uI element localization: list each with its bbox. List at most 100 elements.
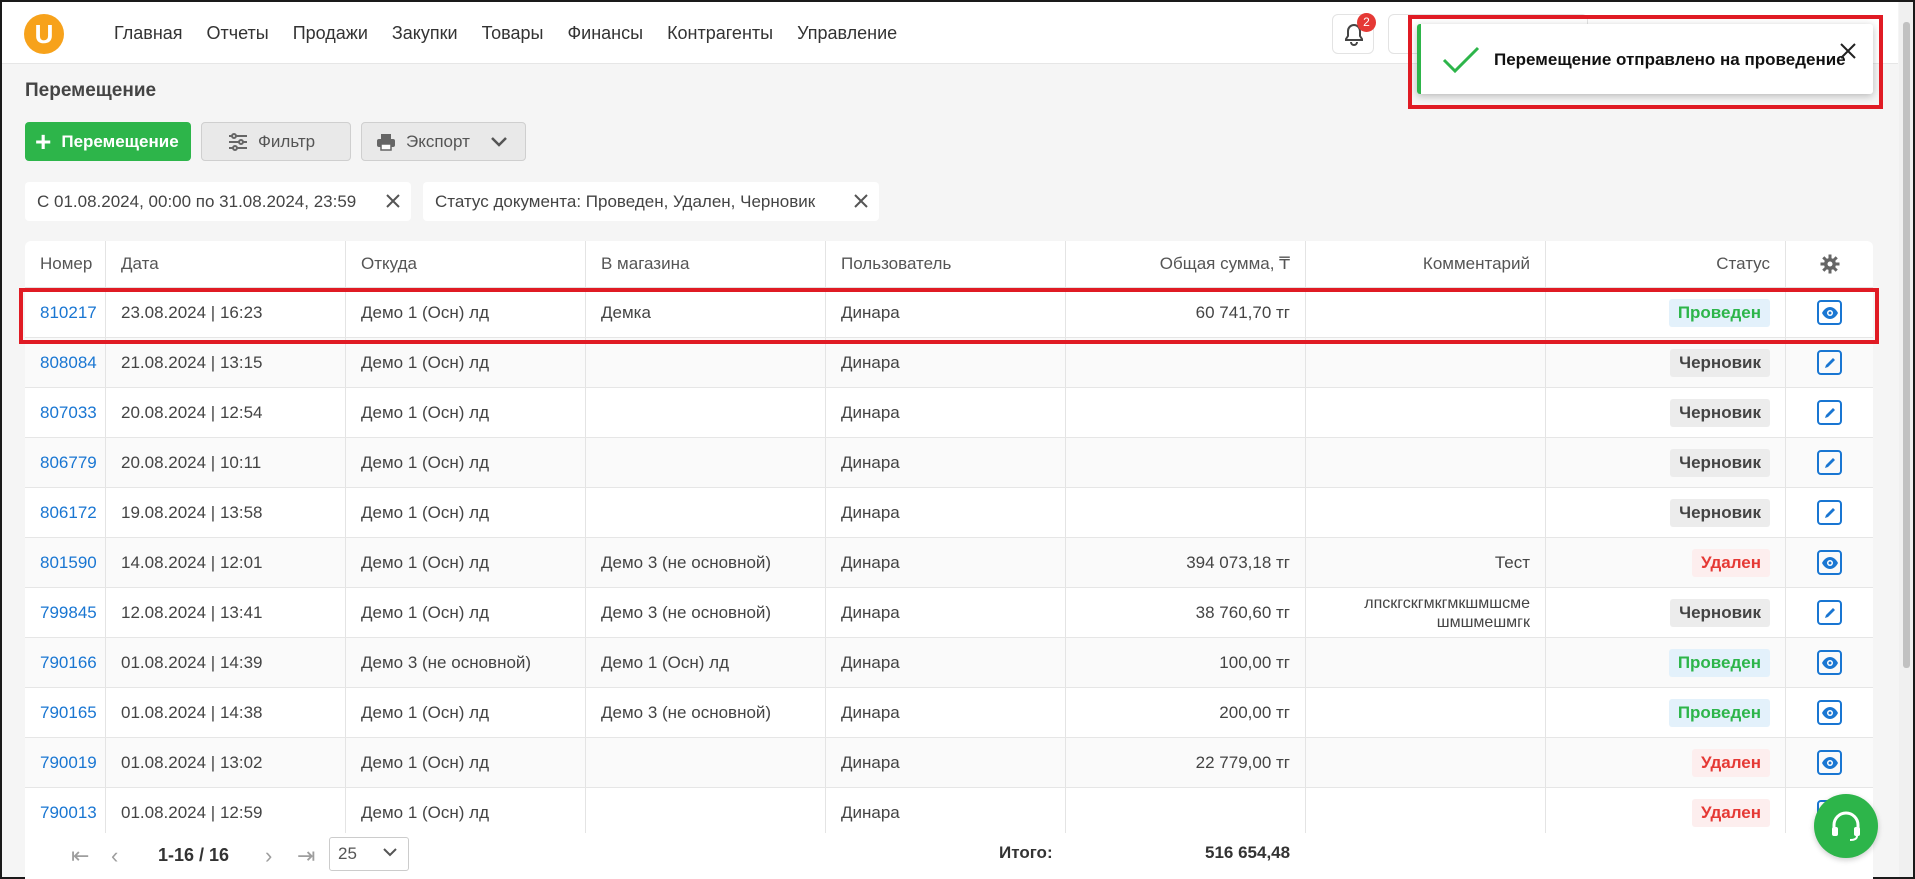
cell-action: [1786, 388, 1873, 437]
cell-comment: [1306, 788, 1546, 837]
table-row[interactable]: 806779 20.08.2024 | 10:11 Демо 1 (Осн) лд Д…: [25, 438, 1873, 488]
filter-chip-status-label: Статус документа: Проведен, Удален, Черн…: [435, 191, 816, 211]
table-row[interactable]: 810217 23.08.2024 | 16:23 Демо 1 (Осн) лд Д…: [25, 288, 1873, 338]
document-number-link[interactable]: 807033: [40, 403, 97, 423]
nav-item-finance[interactable]: Финансы: [555, 23, 655, 44]
pencil-icon: [1824, 507, 1835, 518]
page-title: Перемещение: [25, 80, 157, 101]
table-row[interactable]: 801590 14.08.2024 | 12:01 Демо 1 (Осн) лд Д…: [25, 538, 1873, 588]
document-number-link[interactable]: 806779: [40, 453, 97, 473]
col-header-to[interactable]: В магазина: [586, 241, 826, 287]
col-header-date[interactable]: Дата: [106, 241, 346, 287]
close-icon[interactable]: [1839, 42, 1857, 60]
edit-button[interactable]: [1817, 500, 1842, 525]
next-page-icon[interactable]: ›: [265, 843, 272, 869]
view-button[interactable]: [1817, 750, 1842, 775]
first-page-icon[interactable]: ⇤: [71, 843, 89, 869]
filter-button[interactable]: Фильтр: [201, 122, 351, 161]
filter-label: Фильтр: [258, 131, 316, 151]
app-logo[interactable]: U: [24, 14, 64, 54]
close-icon[interactable]: [385, 193, 401, 209]
sliders-icon: [229, 132, 247, 151]
notifications-button[interactable]: 2: [1332, 13, 1376, 54]
cell-number[interactable]: 810217: [25, 288, 106, 337]
date-text: 19.08.2024 | 13:58: [121, 502, 263, 522]
edit-button[interactable]: [1817, 600, 1842, 625]
table-row[interactable]: 790165 01.08.2024 | 14:38 Демо 1 (Осн) лд Д…: [25, 688, 1873, 738]
status-badge: Удален: [1691, 798, 1770, 827]
nav-item-home[interactable]: Главная: [102, 23, 195, 44]
cell-number[interactable]: 790166: [25, 638, 106, 687]
date-text: 12.08.2024 | 13:41: [121, 602, 263, 622]
filter-chip-date: С 01.08.2024, 00:00 по 31.08.2024, 23:59: [25, 182, 411, 221]
nav-item-contractors[interactable]: Контрагенты: [655, 23, 785, 44]
cell-date: 01.08.2024 | 12:59: [106, 788, 346, 837]
support-chat-button[interactable]: [1814, 794, 1878, 858]
document-number-link[interactable]: 810217: [40, 303, 97, 323]
comment-text: лпскгскгмкгмкшмшсме шмшмешмгк: [1364, 594, 1530, 631]
document-number-link[interactable]: 808084: [40, 353, 97, 373]
cell-user: Динара: [826, 738, 1066, 787]
cell-number[interactable]: 806779: [25, 438, 106, 487]
table-row[interactable]: 790166 01.08.2024 | 14:39 Демо 3 (не основ…: [25, 638, 1873, 688]
cell-status: Удален: [1546, 538, 1786, 587]
col-header-status[interactable]: Статус: [1546, 241, 1786, 287]
table-row[interactable]: 807033 20.08.2024 | 12:54 Демо 1 (Осн) лд Д…: [25, 388, 1873, 438]
view-button[interactable]: [1817, 650, 1842, 675]
col-header-number[interactable]: Номер: [25, 241, 106, 287]
table-row[interactable]: 806172 19.08.2024 | 13:58 Демо 1 (Осн) лд Д…: [25, 488, 1873, 538]
nav-item-reports[interactable]: Отчеты: [195, 23, 281, 44]
view-button[interactable]: [1817, 550, 1842, 575]
export-button[interactable]: Экспорт: [361, 122, 526, 161]
nav-item-purchases[interactable]: Закупки: [380, 23, 470, 44]
document-number-link[interactable]: 799845: [40, 603, 97, 623]
document-number-link[interactable]: 790166: [40, 653, 97, 673]
nav-item-products[interactable]: Товары: [470, 23, 556, 44]
date-text: 14.08.2024 | 12:01: [121, 552, 263, 572]
prev-page-icon[interactable]: ‹: [111, 843, 118, 869]
cell-number[interactable]: 790013: [25, 788, 106, 837]
table-row[interactable]: 808084 21.08.2024 | 13:15 Демо 1 (Осн) лд Д…: [25, 338, 1873, 388]
document-number-link[interactable]: 806172: [40, 503, 97, 523]
cell-to: [586, 788, 826, 837]
cell-number[interactable]: 801590: [25, 538, 106, 587]
add-transfer-button[interactable]: + Перемещение: [25, 122, 191, 161]
cell-number[interactable]: 806172: [25, 488, 106, 537]
sum-text: 22 779,00 тг: [1195, 752, 1290, 772]
table-row[interactable]: 790019 01.08.2024 | 13:02 Демо 1 (Осн) лд Д…: [25, 738, 1873, 788]
page-size-select[interactable]: 25: [329, 837, 409, 871]
nav-item-management[interactable]: Управление: [785, 23, 909, 44]
document-number-link[interactable]: 790013: [40, 803, 97, 823]
user-text: Динара: [841, 602, 900, 622]
toast-message: Перемещение отправлено на проведение: [1494, 50, 1846, 69]
document-number-link[interactable]: 801590: [40, 553, 97, 573]
col-header-sum[interactable]: Общая сумма, ₸: [1066, 241, 1306, 287]
scrollbar-thumb[interactable]: [1903, 22, 1910, 668]
cell-number[interactable]: 790165: [25, 688, 106, 737]
edit-button[interactable]: [1817, 400, 1842, 425]
last-page-icon[interactable]: ⇥: [297, 843, 315, 869]
cell-number[interactable]: 790019: [25, 738, 106, 787]
cell-number[interactable]: 799845: [25, 588, 106, 637]
document-number-link[interactable]: 790019: [40, 753, 97, 773]
filter-chip-date-label: С 01.08.2024, 00:00 по 31.08.2024, 23:59: [37, 191, 357, 211]
view-button[interactable]: [1817, 700, 1842, 725]
col-header-user[interactable]: Пользователь: [826, 241, 1066, 287]
table-row[interactable]: 790013 01.08.2024 | 12:59 Демо 1 (Осн) лд Д…: [25, 788, 1873, 838]
view-button[interactable]: [1817, 300, 1842, 325]
date-text: 20.08.2024 | 10:11: [121, 452, 262, 472]
document-number-link[interactable]: 790165: [40, 703, 97, 723]
edit-button[interactable]: [1817, 450, 1842, 475]
cell-sum: [1066, 488, 1306, 537]
cell-number[interactable]: 808084: [25, 338, 106, 387]
close-icon[interactable]: [853, 193, 869, 209]
edit-button[interactable]: [1817, 350, 1842, 375]
cell-from: Демо 1 (Осн) лд: [346, 338, 586, 387]
col-header-from[interactable]: Откуда: [346, 241, 586, 287]
nav-item-sales[interactable]: Продажи: [281, 23, 380, 44]
column-settings-button[interactable]: [1786, 241, 1873, 287]
col-header-comment[interactable]: Комментарий: [1306, 241, 1546, 287]
cell-comment: [1306, 288, 1546, 337]
cell-number[interactable]: 807033: [25, 388, 106, 437]
table-row[interactable]: 799845 12.08.2024 | 13:41 Демо 1 (Осн) лд Д…: [25, 588, 1873, 638]
